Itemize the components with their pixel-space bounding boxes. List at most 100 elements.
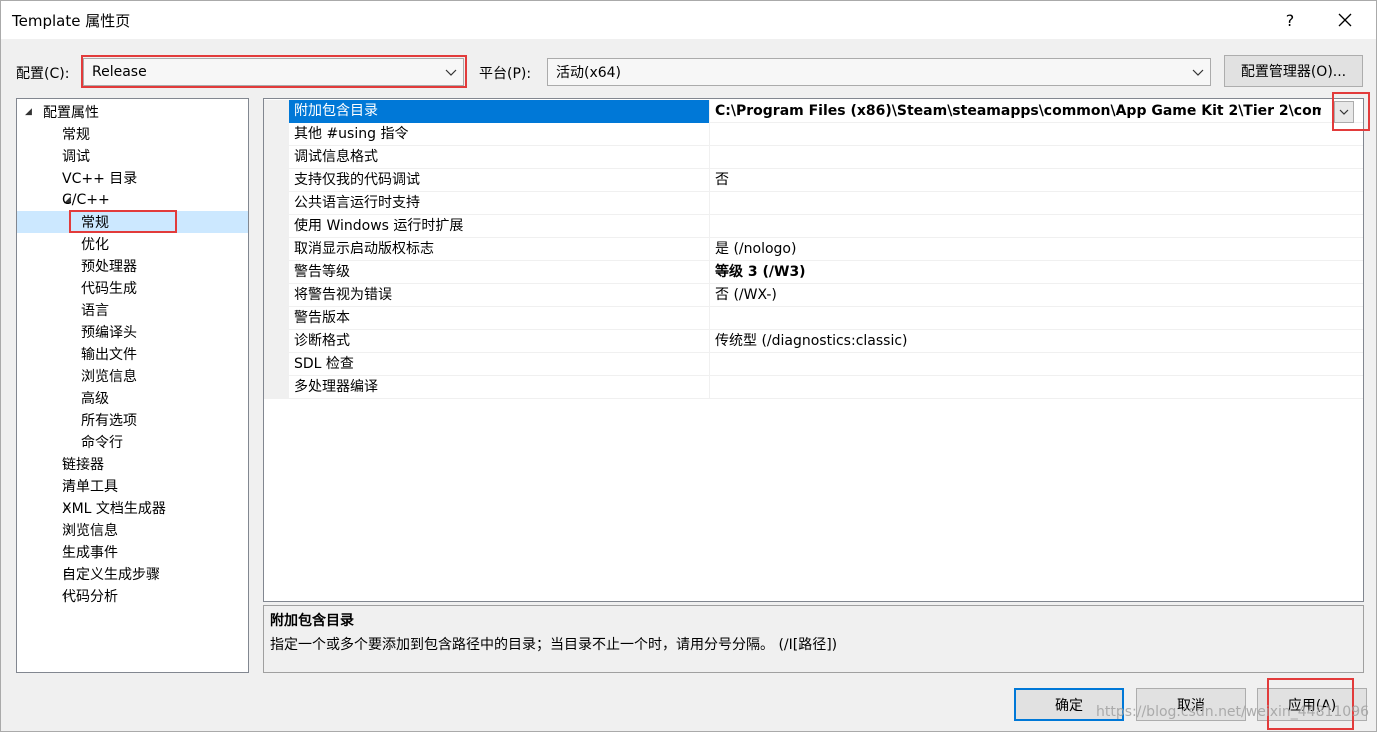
property-value[interactable] xyxy=(711,353,1361,376)
tree-item[interactable]: 调试 xyxy=(17,145,248,167)
tree-item[interactable]: ▷ 生成事件 xyxy=(17,541,248,563)
tree-item[interactable]: ▷ 代码分析 xyxy=(17,585,248,607)
property-name: SDL 检查 xyxy=(289,353,710,376)
property-row[interactable]: 使用 Windows 运行时扩展 xyxy=(264,215,1363,238)
property-value[interactable]: 否 xyxy=(711,169,1361,192)
row-gutter xyxy=(264,192,289,215)
platform-select[interactable]: 活动(x64) xyxy=(547,58,1211,86)
tree-item[interactable]: 所有选项 xyxy=(17,409,248,431)
tree-item[interactable]: ◢ C/C++ xyxy=(17,189,248,211)
property-row[interactable]: 警告版本 xyxy=(264,307,1363,330)
property-name: 支持仅我的代码调试 xyxy=(289,169,710,192)
tree-item[interactable]: 命令行 xyxy=(17,431,248,453)
help-button[interactable]: ? xyxy=(1267,1,1313,39)
property-row[interactable]: 多处理器编译 xyxy=(264,376,1363,399)
row-gutter xyxy=(264,330,289,353)
description-text: 指定一个或多个要添加到包含路径中的目录；当目录不止一个时，请用分号分隔。 (/I… xyxy=(270,637,838,653)
tree-item[interactable]: ▷ 自定义生成步骤 xyxy=(17,563,248,585)
property-name: 诊断格式 xyxy=(289,330,710,353)
property-row[interactable]: 附加包含目录 C:\Program Files (x86)\Steam\steam… xyxy=(264,100,1363,123)
property-value[interactable] xyxy=(711,146,1361,169)
property-row[interactable]: SDL 检查 xyxy=(264,353,1363,376)
tree-item[interactable]: 优化 xyxy=(17,233,248,255)
row-gutter xyxy=(264,146,289,169)
property-row[interactable]: 调试信息格式 xyxy=(264,146,1363,169)
tree-item[interactable]: ▷ 清单工具 xyxy=(17,475,248,497)
property-value[interactable]: 传统型 (/diagnostics:classic) xyxy=(711,330,1361,353)
tree-item[interactable]: 语言 xyxy=(17,299,248,321)
tree-item-label: 语言 xyxy=(81,303,109,319)
property-name: 其他 #using 指令 xyxy=(289,123,710,146)
property-row[interactable]: 将警告视为错误否 (/WX-) xyxy=(264,284,1363,307)
title-bar: Template 属性页 ? xyxy=(1,1,1376,39)
watermark: https://blog.csdn.net/weixin_44811096 xyxy=(1096,704,1370,720)
tree-item[interactable]: VC++ 目录 xyxy=(17,167,248,189)
property-row[interactable]: 其他 #using 指令 xyxy=(264,123,1363,146)
help-icon: ? xyxy=(1285,10,1295,30)
property-value[interactable] xyxy=(711,123,1361,146)
tree-item[interactable]: 代码生成 xyxy=(17,277,248,299)
property-value[interactable]: 是 (/nologo) xyxy=(711,238,1361,261)
tree-item-label: VC++ 目录 xyxy=(62,171,138,187)
row-gutter xyxy=(264,284,289,307)
property-pages-dialog: Template 属性页 ? 配置(C): Release 平台(P): 活动(… xyxy=(0,0,1377,732)
tree-item-label: 预编译头 xyxy=(81,325,137,341)
row-gutter xyxy=(264,353,289,376)
tree-item-label: 自定义生成步骤 xyxy=(62,567,160,583)
tree-item[interactable]: ▷ 浏览信息 xyxy=(17,519,248,541)
property-value[interactable] xyxy=(711,376,1361,399)
row-gutter xyxy=(264,100,289,123)
close-button[interactable] xyxy=(1322,1,1368,39)
row-gutter xyxy=(264,169,289,192)
tree-item[interactable]: 常规 xyxy=(17,123,248,145)
tree-item[interactable]: 输出文件 xyxy=(17,343,248,365)
tree-item-label: 配置属性 xyxy=(43,105,99,121)
property-name: 调试信息格式 xyxy=(289,146,710,169)
tree-item[interactable]: 预编译头 xyxy=(17,321,248,343)
property-name: 将警告视为错误 xyxy=(289,284,710,307)
tree-item-label: 预处理器 xyxy=(81,259,137,275)
tree-item-label: 调试 xyxy=(62,149,90,165)
tree-item-label: 常规 xyxy=(62,127,90,143)
tree-item-label: 常规 xyxy=(81,215,109,231)
tree-item[interactable]: ▷ 链接器 xyxy=(17,453,248,475)
description-title: 附加包含目录 xyxy=(270,613,354,629)
property-row[interactable]: 取消显示启动版权标志是 (/nologo) xyxy=(264,238,1363,261)
property-value[interactable] xyxy=(711,192,1361,215)
chevron-down-icon xyxy=(1339,109,1349,115)
platform-select-value: 活动(x64) xyxy=(556,65,622,81)
expanded-arrow-icon[interactable]: ◢ xyxy=(25,107,35,117)
property-name: 附加包含目录 xyxy=(289,100,710,123)
property-value[interactable]: C:\Program Files (x86)\Steam\steamapps\c… xyxy=(711,100,1321,123)
value-dropdown-button[interactable] xyxy=(1334,101,1354,123)
property-value[interactable]: 等级 3 (/W3) xyxy=(711,261,1361,284)
tree-item-label: 链接器 xyxy=(62,457,104,473)
property-row[interactable]: 诊断格式 传统型 (/diagnostics:classic) xyxy=(264,330,1363,353)
config-manager-button[interactable]: 配置管理器(O)... xyxy=(1224,55,1363,87)
description-panel: 附加包含目录 指定一个或多个要添加到包含路径中的目录；当目录不止一个时，请用分号… xyxy=(263,605,1364,673)
property-row[interactable]: 支持仅我的代码调试否 xyxy=(264,169,1363,192)
property-value[interactable] xyxy=(711,215,1361,238)
property-name: 多处理器编译 xyxy=(289,376,710,399)
config-select[interactable]: Release xyxy=(83,58,464,86)
tree-item[interactable]: ▷ XML 文档生成器 xyxy=(17,497,248,519)
property-value[interactable] xyxy=(711,307,1361,330)
platform-label: 平台(P): xyxy=(479,66,532,82)
row-gutter xyxy=(264,123,289,146)
tree-item-label: 代码生成 xyxy=(81,281,137,297)
property-value[interactable]: 否 (/WX-) xyxy=(711,284,1361,307)
property-row[interactable]: 公共语言运行时支持 xyxy=(264,192,1363,215)
tree-item[interactable]: ◢ 配置属性 xyxy=(17,101,248,123)
tree-item[interactable]: 浏览信息 xyxy=(17,365,248,387)
tree-item[interactable]: 高级 xyxy=(17,387,248,409)
row-gutter xyxy=(264,215,289,238)
property-name: 使用 Windows 运行时扩展 xyxy=(289,215,710,238)
row-gutter xyxy=(264,376,289,399)
tree-item-label: C/C++ xyxy=(62,192,110,208)
property-row[interactable]: 警告等级 等级 3 (/W3) xyxy=(264,261,1363,284)
property-name: 公共语言运行时支持 xyxy=(289,192,710,215)
tree-item-label: 高级 xyxy=(81,391,109,407)
close-icon xyxy=(1338,13,1352,27)
tree-item[interactable]: 预处理器 xyxy=(17,255,248,277)
tree-item[interactable]: 常规 xyxy=(17,211,248,233)
